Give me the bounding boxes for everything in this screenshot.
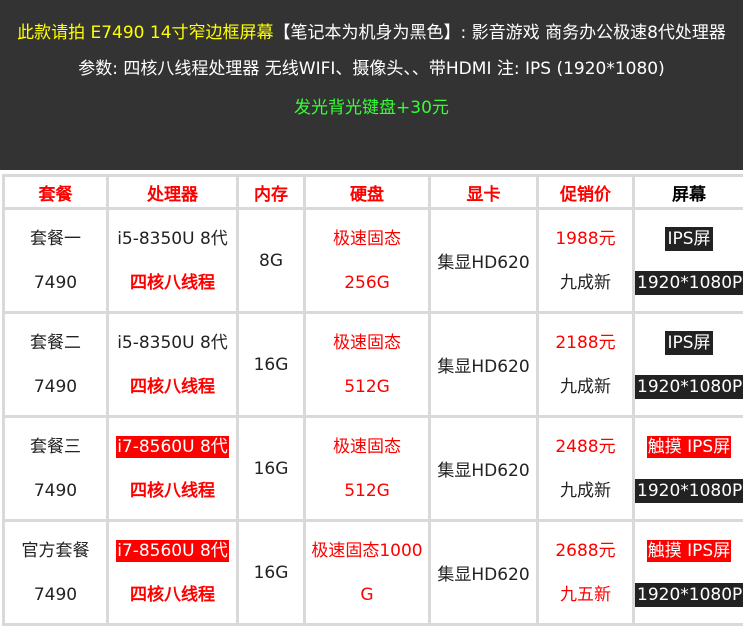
cpu-threads: 四核八线程 <box>130 272 215 293</box>
disk-cell: 极速固态1000 G <box>303 519 431 626</box>
cpu-cell: i5-8350U 8代 四核八线程 <box>106 207 239 314</box>
package-cell: 套餐一 7490 <box>2 207 109 314</box>
package-model: 7490 <box>33 272 78 293</box>
condition-grade: 九成新 <box>560 272 611 293</box>
package-name: 套餐三 <box>30 436 81 457</box>
cpu-cell: i7-8560U 8代 四核八线程 <box>106 519 239 626</box>
cpu-threads: 四核八线程 <box>130 376 215 397</box>
table-row: 官方套餐 7490 i7-8560U 8代 四核八线程 16G 极速固态1000 G 集显HD… <box>2 519 743 626</box>
screen-type-badge: 触摸 IPS屏 <box>646 435 732 458</box>
column-header-screen: 屏幕 <box>632 174 743 210</box>
package-name: 套餐二 <box>30 332 81 353</box>
screen-cell: IPS屏 1920*1080P <box>632 207 743 314</box>
product-title-description: 【笔记本为机身为黑色】: 影音游戏 商务办公极速8代处理器 <box>273 23 726 43</box>
product-header: 此款请拍 E7490 14寸窄边框屏幕【笔记本为机身为黑色】: 影音游戏 商务办… <box>0 0 743 170</box>
screen-type-badge: IPS屏 <box>665 226 713 251</box>
disk-type: 极速固态1000 <box>311 540 423 561</box>
screen-resolution-badge: 1920*1080P <box>635 478 743 503</box>
column-header-disk: 硬盘 <box>303 174 431 210</box>
screen-resolution-badge: 1920*1080P <box>635 374 743 399</box>
table-row: 套餐二 7490 i5-8350U 8代 四核八线程 16G 极速固态 512G 集显HD62… <box>2 311 743 418</box>
package-cell: 套餐二 7490 <box>2 311 109 418</box>
disk-size: 512G <box>344 480 390 501</box>
disk-type: 极速固态 <box>333 332 401 353</box>
column-header-cpu: 处理器 <box>106 174 239 210</box>
screen-cell: 触摸 IPS屏 1920*1080P <box>632 415 743 522</box>
cpu-cell: i7-8560U 8代 四核八线程 <box>106 415 239 522</box>
column-header-gpu: 显卡 <box>428 174 539 210</box>
product-specs: 参数: 四核八线程处理器 无线WIFI、摄像头、、带HDMI 注: IPS (1… <box>78 59 665 79</box>
price-cell: 2188元九成新 <box>536 311 635 418</box>
disk-type: 极速固态 <box>333 228 401 249</box>
package-name: 官方套餐 <box>21 540 90 561</box>
disk-cell: 极速固态 512G <box>303 415 431 522</box>
table-row: 套餐三 7490 i7-8560U 8代 四核八线程 16G 极速固态 512G 集显HD62… <box>2 415 743 522</box>
price-cell: 2488元九成新 <box>536 415 635 522</box>
product-title: 此款请拍 E7490 14寸窄边框屏幕【笔记本为机身为黑色】: 影音游戏 商务办… <box>2 18 742 48</box>
gpu-cell: 集显HD620 <box>428 415 539 522</box>
product-title-highlight: 此款请拍 E7490 14寸窄边框屏幕 <box>17 23 274 43</box>
memory-cell: 16G <box>236 415 306 522</box>
disk-cell: 极速固态 256G <box>303 207 431 314</box>
disk-type: 极速固态 <box>333 436 401 457</box>
column-header-memory: 内存 <box>236 174 306 210</box>
table-header-row: 套餐 处理器 内存 硬盘 显卡 促销价 屏幕 <box>2 174 743 210</box>
screen-type-badge: 触摸 IPS屏 <box>646 539 732 562</box>
screen-type-badge: IPS屏 <box>665 330 713 355</box>
screen-resolution-badge: 1920*1080P <box>635 270 743 295</box>
disk-size: 256G <box>344 272 390 293</box>
screen-cell: 触摸 IPS屏 1920*1080P <box>632 519 743 626</box>
cpu-model: i7-8560U 8代 <box>116 539 229 562</box>
screen-resolution-badge: 1920*1080P <box>635 582 743 607</box>
package-table: 套餐 处理器 内存 硬盘 显卡 促销价 屏幕 套餐一 7490 i5-8350U 8… <box>2 174 743 626</box>
package-cell: 套餐三 7490 <box>2 415 109 522</box>
disk-size: 512G <box>344 376 390 397</box>
column-header-price: 促销价 <box>536 174 635 210</box>
memory-cell: 8G <box>236 207 306 314</box>
gpu-cell: 集显HD620 <box>428 519 539 626</box>
package-cell: 官方套餐 7490 <box>2 519 109 626</box>
screen-cell: IPS屏 1920*1080P <box>632 311 743 418</box>
package-name: 套餐一 <box>30 228 81 249</box>
column-header-package: 套餐 <box>2 174 109 210</box>
promo-price: 2188元 <box>555 332 616 353</box>
cpu-model: i7-8560U 8代 <box>116 435 229 458</box>
gpu-cell: 集显HD620 <box>428 207 539 314</box>
disk-cell: 极速固态 512G <box>303 311 431 418</box>
price-cell: 1988元九成新 <box>536 207 635 314</box>
cpu-threads: 四核八线程 <box>130 480 215 501</box>
memory-cell: 16G <box>236 519 306 626</box>
table-row: 套餐一 7490 i5-8350U 8代 四核八线程 8G 极速固态 256G 集显HD620… <box>2 207 743 314</box>
promo-price: 2688元 <box>555 540 616 561</box>
gpu-cell: 集显HD620 <box>428 311 539 418</box>
keyboard-upgrade-note: 发光背光键盘+30元 <box>294 98 449 118</box>
cpu-threads: 四核八线程 <box>130 584 215 605</box>
condition-grade: 九五新 <box>560 584 611 605</box>
cpu-cell: i5-8350U 8代 四核八线程 <box>106 311 239 418</box>
disk-size: G <box>360 584 374 605</box>
price-cell: 2688元九五新 <box>536 519 635 626</box>
package-model: 7490 <box>33 376 78 397</box>
cpu-model: i5-8350U 8代 <box>117 332 228 353</box>
promo-price: 1988元 <box>555 228 616 249</box>
package-model: 7490 <box>33 480 78 501</box>
condition-grade: 九成新 <box>560 480 611 501</box>
condition-grade: 九成新 <box>560 376 611 397</box>
cpu-model: i5-8350U 8代 <box>117 228 228 249</box>
promo-price: 2488元 <box>555 436 616 457</box>
memory-cell: 16G <box>236 311 306 418</box>
package-model: 7490 <box>33 584 78 605</box>
